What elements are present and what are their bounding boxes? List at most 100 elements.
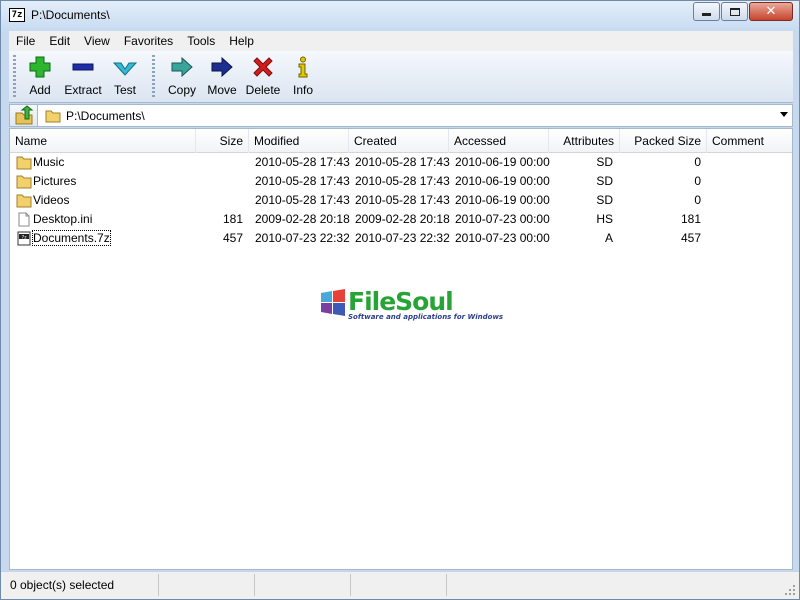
info-label: Info (292, 83, 313, 97)
test-button[interactable]: Test (109, 55, 141, 101)
add-button[interactable]: Add (23, 55, 57, 101)
minus-icon (72, 63, 94, 71)
column-attributes[interactable]: Attributes (549, 129, 620, 153)
delete-button[interactable]: Delete (244, 55, 282, 101)
column-comment[interactable]: Comment (707, 129, 792, 153)
add-icon (29, 56, 51, 78)
move-button[interactable]: Move (205, 55, 239, 101)
file-row[interactable]: 7z Documents.7z 457 2010-07-23 22:32 201… (10, 229, 792, 248)
file-attributes: A (604, 231, 613, 245)
file-row[interactable]: Desktop.ini 181 2009-02-28 20:18 2009-02… (10, 210, 792, 229)
address-path[interactable]: P:\Documents\ (66, 109, 145, 123)
file-created: 2009-02-28 20:18 (355, 212, 450, 226)
extract-button[interactable]: Extract (62, 55, 104, 101)
extract-label: Extract (64, 83, 102, 97)
file-accessed: 2010-07-23 00:00 (455, 212, 550, 226)
close-button[interactable]: ✕ (749, 2, 793, 21)
file-accessed: 2010-06-19 00:00 (455, 193, 550, 207)
status-cell (159, 574, 255, 596)
status-cell (255, 574, 351, 596)
file-size (196, 153, 243, 172)
column-name[interactable]: Name (10, 129, 196, 153)
file-modified: 2010-05-28 17:43 (255, 155, 350, 169)
file-icon (18, 212, 30, 227)
file-modified: 2010-07-23 22:32 (255, 231, 350, 245)
delete-x-icon (253, 57, 273, 77)
menu-bar: File Edit View Favorites Tools Help (9, 31, 793, 51)
copy-arrow-icon (171, 56, 193, 78)
file-name: Desktop.ini (33, 212, 93, 226)
column-accessed[interactable]: Accessed (449, 129, 549, 153)
delete-label: Delete (245, 83, 281, 97)
move-arrow-icon (211, 56, 233, 78)
add-label: Add (29, 83, 51, 97)
status-bar: 0 object(s) selected (1, 571, 799, 599)
window-controls: ✕ (692, 2, 793, 21)
file-attributes: HS (596, 212, 613, 226)
column-packed-size[interactable]: Packed Size (620, 129, 707, 153)
file-name: Documents.7z (32, 229, 111, 248)
window-title: P:\Documents\ (31, 8, 110, 22)
resize-grip-icon[interactable] (784, 584, 796, 596)
maximize-button[interactable] (721, 2, 748, 21)
file-size: 181 (222, 212, 243, 226)
column-size[interactable]: Size (196, 129, 249, 153)
file-packed-size: 0 (694, 155, 701, 169)
info-button[interactable]: Info (289, 55, 317, 101)
folder-icon (16, 194, 32, 208)
file-size: 457 (222, 231, 243, 245)
menu-favorites[interactable]: Favorites (117, 31, 180, 51)
title-bar[interactable]: 7z P:\Documents\ ✕ (1, 1, 799, 31)
minimize-button[interactable] (693, 2, 720, 21)
status-selected: 0 object(s) selected (7, 574, 159, 596)
minimize-icon (702, 13, 711, 16)
test-label: Test (113, 83, 136, 97)
filesoul-watermark: FileSoul Software and applications for W… (320, 287, 503, 321)
file-row[interactable]: Music 2010-05-28 17:43 2010-05-28 17:43 … (10, 153, 792, 172)
toolbar-grip[interactable] (13, 55, 16, 99)
svg-text:7z: 7z (21, 234, 27, 240)
menu-view[interactable]: View (77, 31, 117, 51)
copy-label: Copy (167, 83, 196, 97)
menu-tools[interactable]: Tools (180, 31, 222, 51)
file-list[interactable]: Name Size Modified Created Accessed Attr… (9, 128, 793, 570)
menu-file[interactable]: File (9, 31, 42, 51)
file-created: 2010-05-28 17:43 (355, 174, 450, 188)
folder-icon (45, 110, 61, 123)
address-dropdown-icon[interactable] (780, 112, 788, 117)
file-name: Pictures (33, 174, 77, 188)
file-created: 2010-07-23 22:32 (355, 231, 450, 245)
file-attributes: SD (596, 155, 613, 169)
file-name-focused: Documents.7z (32, 230, 111, 246)
file-name: Music (33, 155, 65, 169)
menu-edit[interactable]: Edit (42, 31, 77, 51)
file-created: 2010-05-28 17:43 (355, 193, 450, 207)
status-cell (351, 574, 447, 596)
file-accessed: 2010-06-19 00:00 (455, 174, 550, 188)
menu-help[interactable]: Help (222, 31, 261, 51)
toolbar: Add Extract Test Copy Move Delete Info (9, 51, 793, 103)
file-row[interactable]: Pictures 2010-05-28 17:43 2010-05-28 17:… (10, 172, 792, 191)
file-row[interactable]: Videos 2010-05-28 17:43 2010-05-28 17:43… (10, 191, 792, 210)
archive-icon: 7z (17, 231, 31, 246)
file-size (196, 172, 243, 191)
file-packed-size: 0 (694, 174, 701, 188)
address-bar: P:\Documents\ (9, 104, 793, 127)
file-modified: 2010-05-28 17:43 (255, 174, 350, 188)
file-packed-size: 457 (680, 231, 701, 245)
column-created[interactable]: Created (349, 129, 449, 153)
file-modified: 2010-05-28 17:43 (255, 193, 350, 207)
folder-icon (16, 156, 32, 170)
move-label: Move (207, 83, 237, 97)
watermark-tagline: Software and applications for Windows (348, 313, 504, 321)
copy-button[interactable]: Copy (165, 55, 199, 101)
file-modified: 2009-02-28 20:18 (255, 212, 350, 226)
column-modified[interactable]: Modified (249, 129, 349, 153)
windows-logo-icon (321, 289, 345, 316)
7zip-app-icon[interactable]: 7z (9, 8, 25, 22)
watermark-name: FileSoul (348, 287, 454, 316)
file-packed-size: 0 (694, 193, 701, 207)
file-attributes: SD (596, 174, 613, 188)
toolbar-grip[interactable] (152, 55, 155, 99)
up-folder-button[interactable] (10, 105, 38, 126)
